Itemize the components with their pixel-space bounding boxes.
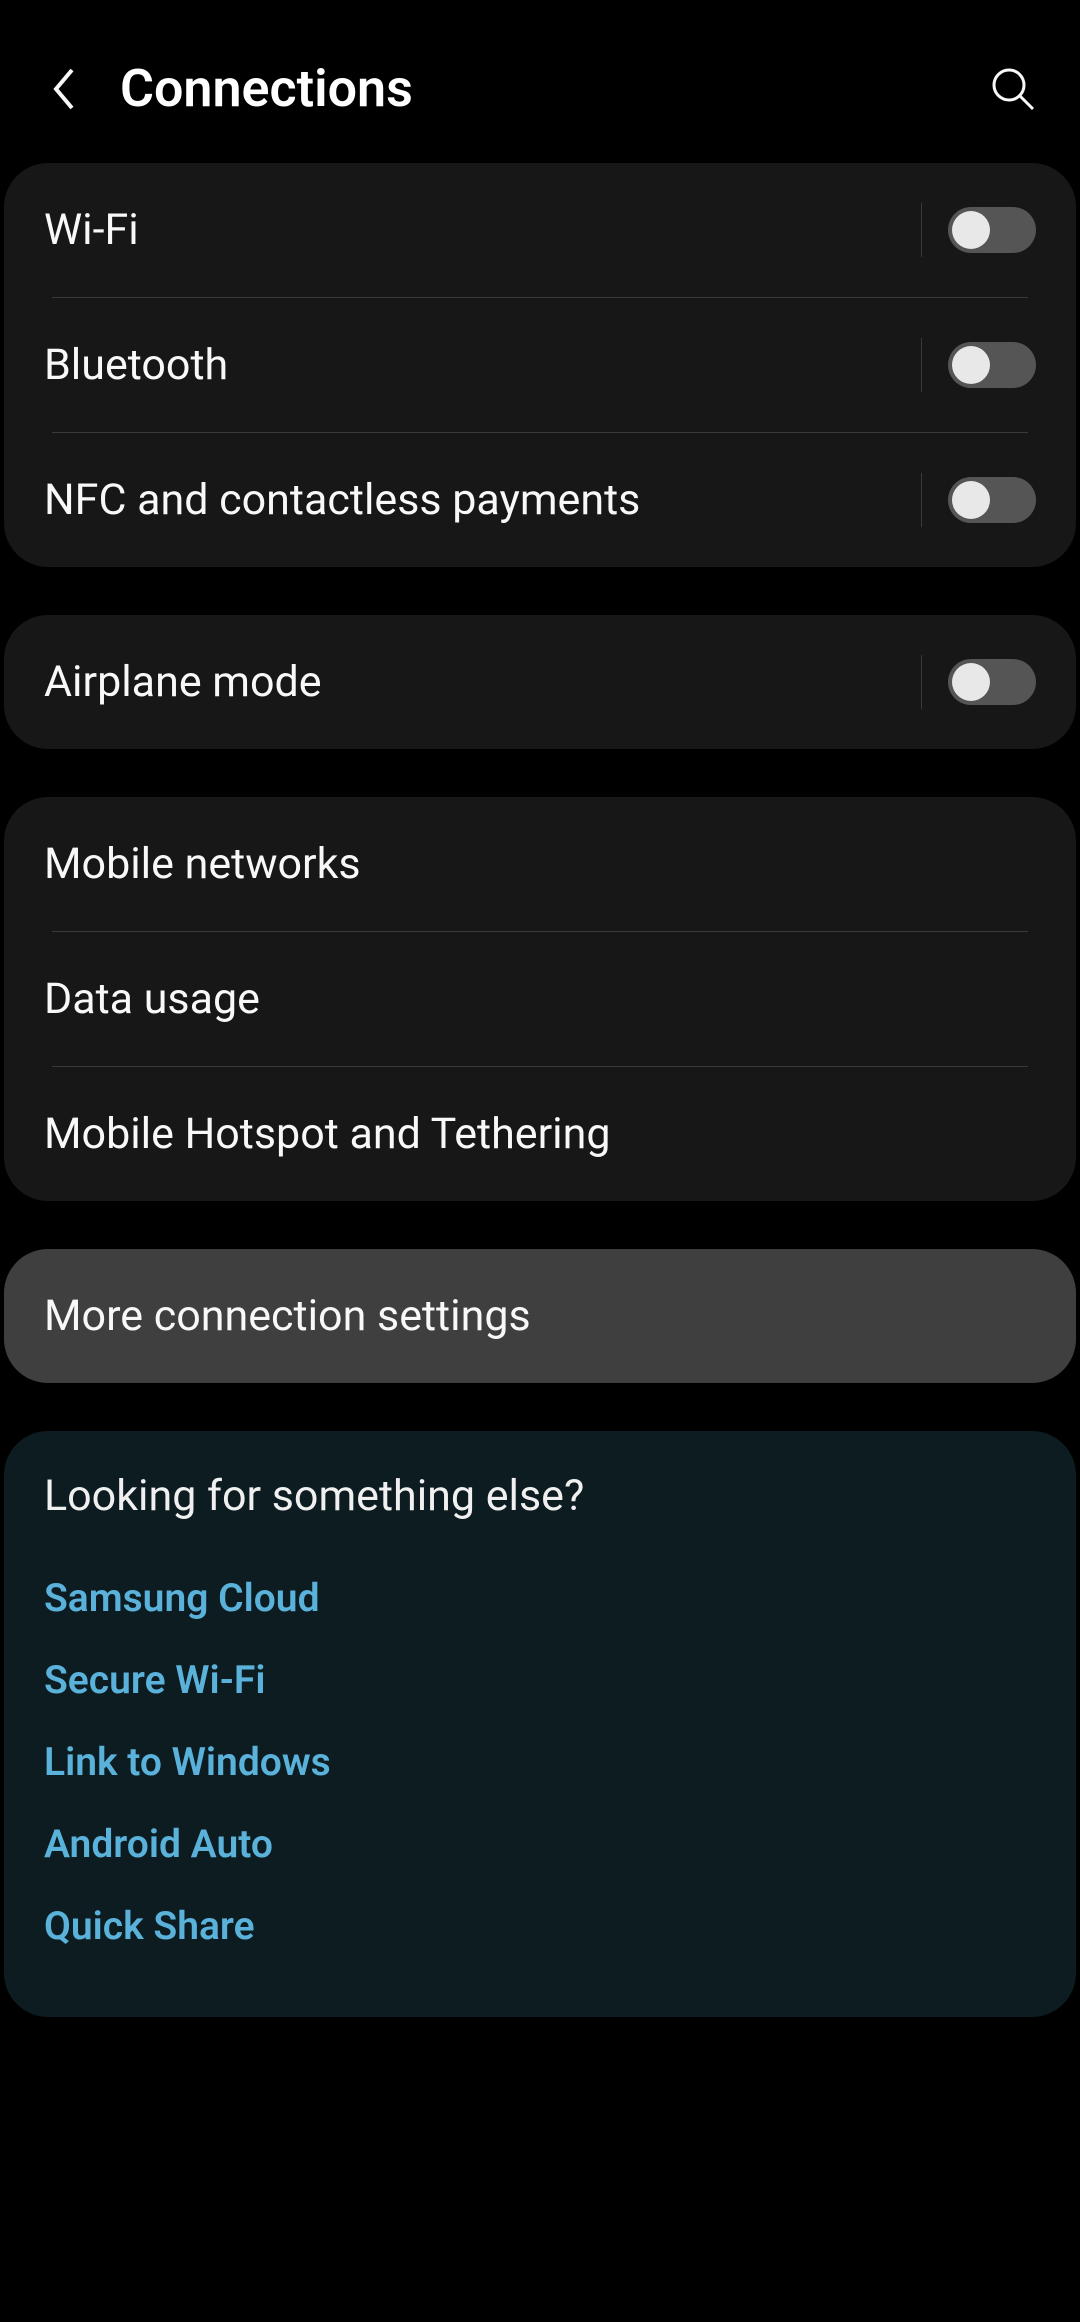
wifi-row[interactable]: Wi-Fi xyxy=(4,163,1076,297)
toggle-divider xyxy=(921,655,922,709)
bluetooth-row[interactable]: Bluetooth xyxy=(4,298,1076,432)
page-title: Connections xyxy=(120,58,956,119)
toggle-knob xyxy=(952,663,990,701)
settings-group-2: Airplane mode xyxy=(4,615,1076,749)
airplane-toggle-wrap xyxy=(921,655,1036,709)
wifi-label: Wi-Fi xyxy=(44,205,921,255)
more-settings-label: More connection settings xyxy=(44,1291,1036,1341)
settings-group-4: More connection settings xyxy=(4,1249,1076,1383)
nfc-toggle-wrap xyxy=(921,473,1036,527)
toggle-knob xyxy=(952,481,990,519)
toggle-knob xyxy=(952,211,990,249)
search-icon xyxy=(989,65,1037,113)
nfc-toggle[interactable] xyxy=(948,477,1036,523)
looking-title: Looking for something else? xyxy=(44,1471,1036,1521)
airplane-label: Airplane mode xyxy=(44,657,921,707)
nfc-label: NFC and contactless payments xyxy=(44,475,921,525)
mobile-networks-row[interactable]: Mobile networks xyxy=(4,797,1076,931)
link-link-to-windows[interactable]: Link to Windows xyxy=(44,1721,1036,1803)
data-usage-label: Data usage xyxy=(44,974,1036,1024)
link-secure-wifi[interactable]: Secure Wi-Fi xyxy=(44,1639,1036,1721)
header: Connections xyxy=(0,0,1080,163)
back-button[interactable] xyxy=(40,64,90,114)
data-usage-row[interactable]: Data usage xyxy=(4,932,1076,1066)
bluetooth-label: Bluetooth xyxy=(44,340,921,390)
link-samsung-cloud[interactable]: Samsung Cloud xyxy=(44,1557,1036,1639)
airplane-row[interactable]: Airplane mode xyxy=(4,615,1076,749)
link-android-auto[interactable]: Android Auto xyxy=(44,1803,1036,1885)
hotspot-row[interactable]: Mobile Hotspot and Tethering xyxy=(4,1067,1076,1201)
settings-group-3: Mobile networks Data usage Mobile Hotspo… xyxy=(4,797,1076,1201)
toggle-divider xyxy=(921,473,922,527)
search-button[interactable] xyxy=(986,62,1040,116)
mobile-networks-label: Mobile networks xyxy=(44,839,1036,889)
toggle-divider xyxy=(921,338,922,392)
bluetooth-toggle[interactable] xyxy=(948,342,1036,388)
toggle-knob xyxy=(952,346,990,384)
more-settings-row[interactable]: More connection settings xyxy=(4,1249,1076,1383)
chevron-left-icon xyxy=(50,64,80,114)
link-quick-share[interactable]: Quick Share xyxy=(44,1885,1036,1967)
airplane-toggle[interactable] xyxy=(948,659,1036,705)
wifi-toggle[interactable] xyxy=(948,207,1036,253)
settings-group-1: Wi-Fi Bluetooth NFC and contactless paym… xyxy=(4,163,1076,567)
hotspot-label: Mobile Hotspot and Tethering xyxy=(44,1109,1036,1159)
wifi-toggle-wrap xyxy=(921,203,1036,257)
looking-for-card: Looking for something else? Samsung Clou… xyxy=(4,1431,1076,2017)
nfc-row[interactable]: NFC and contactless payments xyxy=(4,433,1076,567)
toggle-divider xyxy=(921,203,922,257)
bluetooth-toggle-wrap xyxy=(921,338,1036,392)
